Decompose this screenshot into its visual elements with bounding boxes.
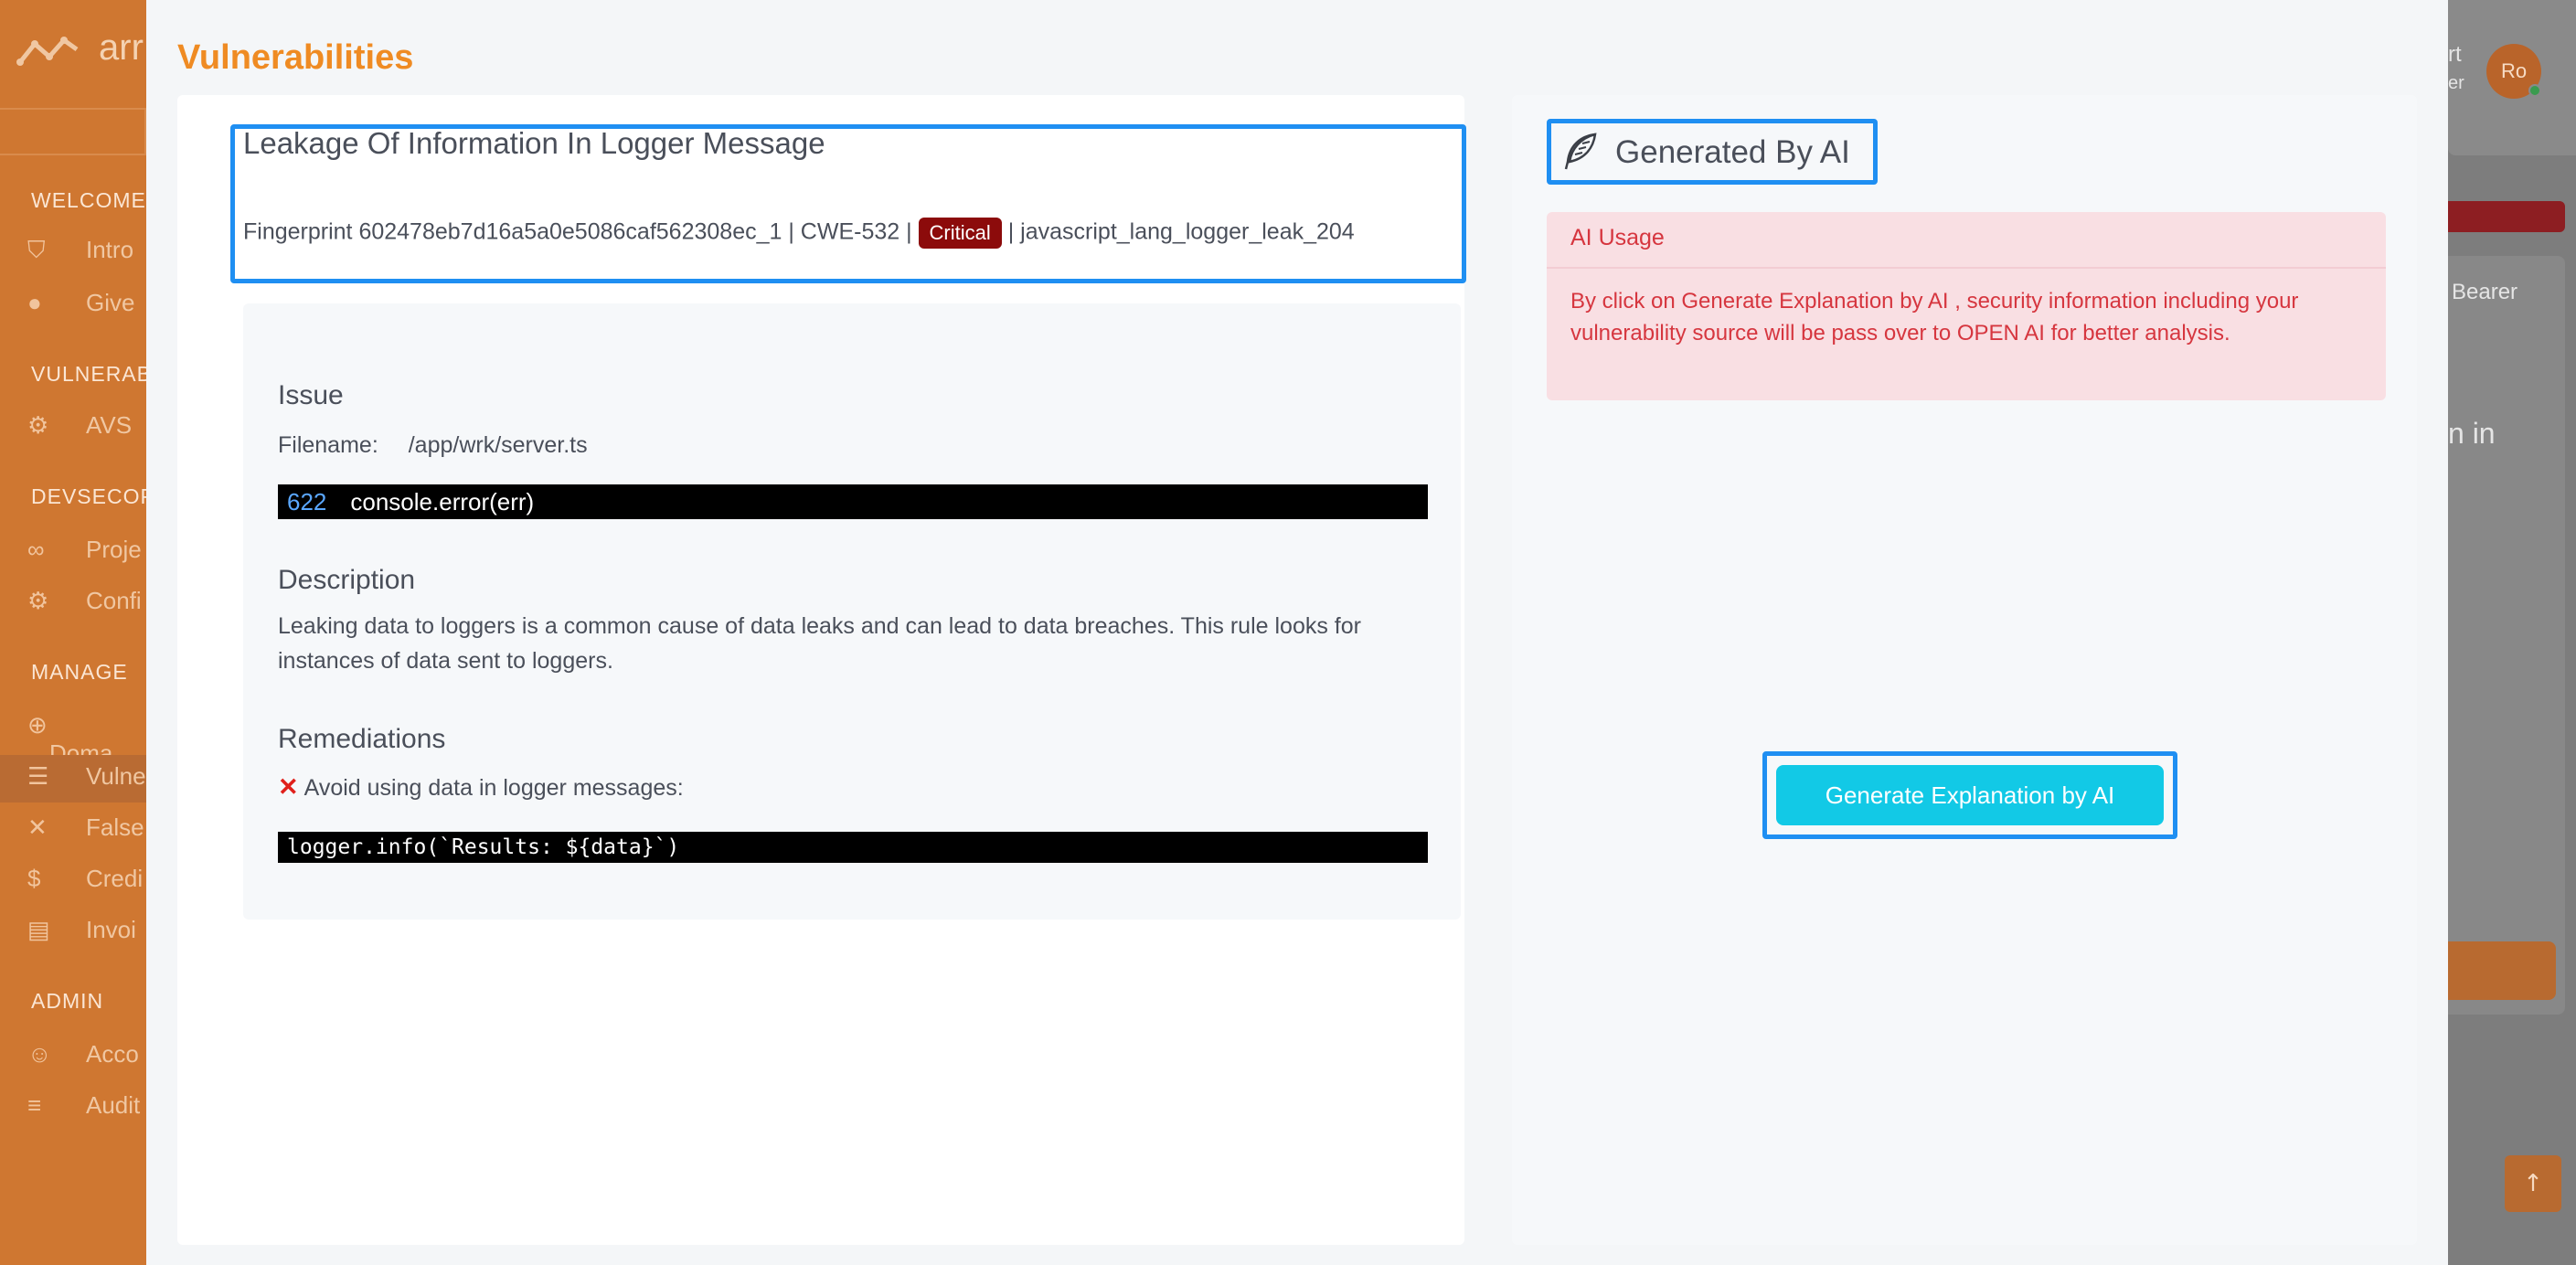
sidebar-item-avs[interactable]: ⚙ AVS — [27, 411, 132, 440]
vulnerability-details-card: Leakage Of Information In Logger Message… — [177, 95, 1466, 1245]
arrow-up-icon: ↑ — [2523, 1170, 2543, 1197]
dollar-icon: $ — [27, 865, 41, 892]
chat-icon: ● — [27, 289, 42, 316]
sidebar-item-config[interactable]: ⚙ Confi — [27, 587, 142, 615]
sidebar-item-false[interactable]: ✕ False — [27, 813, 144, 842]
background-text: rt — [2448, 42, 2462, 67]
sidebar-section-title: MANAGE — [31, 660, 128, 684]
sidebar-item-credits[interactable]: $ Credi — [27, 865, 143, 893]
infinity-icon: ∞ — [27, 536, 45, 563]
sidebar-item-invoices[interactable]: ▤ Invoi — [27, 916, 136, 944]
severity-badge: Critical — [918, 218, 1002, 249]
issue-details-box: Issue Filename: /app/wrk/server.ts 622 co… — [243, 303, 1461, 920]
remediation-code: logger.info(`Results: ${data}`) — [278, 832, 1428, 863]
fingerprint-text: Fingerprint 602478eb7d16a5a0e5086caf5623… — [243, 218, 912, 245]
scroll-to-top-button[interactable]: ↑ — [2505, 1155, 2561, 1212]
sidebar-item-vulnerabilities[interactable]: ☰ Vulne — [27, 762, 146, 791]
sidebar-search[interactable] — [0, 108, 146, 155]
sidebar-item-accounts[interactable]: ☺ Acco — [27, 1040, 139, 1068]
sidebar-item-audit[interactable]: ≡ Audit — [27, 1091, 140, 1120]
code-line: console.error(err) — [350, 488, 535, 516]
chip-icon: ⚙ — [27, 411, 49, 439]
feather-icon — [1564, 133, 1597, 170]
vulnerability-title: Leakage Of Information In Logger Message — [243, 126, 825, 160]
alert-text: By click on Generate Explanation by AI ,… — [1570, 289, 2299, 345]
sidebar-section-title: VULNERABI — [31, 362, 159, 386]
description-text: Leaking data to loggers is a common caus… — [278, 613, 1361, 674]
background-text: n in — [2448, 417, 2496, 450]
background-alert-bar — [2448, 201, 2565, 232]
ai-usage-alert: AI Usage By click on Generate Explanatio… — [1547, 212, 2386, 400]
remediations-heading: Remediations — [278, 724, 446, 754]
alert-title: AI Usage — [1547, 212, 2386, 269]
modal-title: Vulnerabilities — [177, 38, 414, 77]
filename-row: Filename: /app/wrk/server.ts — [278, 428, 588, 462]
background-right-area: rt er Ro Bearer n in ↑ — [2448, 0, 2576, 1265]
list-check-icon: ☰ — [27, 762, 49, 790]
rule-id-text: | javascript_lang_logger_leak_204 — [1007, 218, 1355, 245]
sidebar-item-give[interactable]: ● Give — [27, 289, 134, 317]
filename-value: /app/wrk/server.ts — [408, 432, 588, 458]
filename-label: Filename: — [278, 432, 378, 458]
list-icon: ≡ — [27, 1091, 42, 1119]
logo-text: arr — [99, 27, 144, 68]
vulnerability-modal: Vulnerabilities Leakage Of Information I… — [146, 0, 2448, 1265]
logo-icon — [16, 37, 79, 66]
plus-circle-icon: ⊕ — [27, 711, 48, 739]
x-icon: ✕ — [27, 813, 48, 841]
background-text: Bearer — [2452, 280, 2518, 304]
users-icon: ☺ — [27, 1040, 52, 1068]
background-card — [2448, 256, 2565, 1015]
code-snippet: 622 console.error(err) — [278, 484, 1428, 519]
ai-explanation-card: Generated By AI AI Usage By click on Gen… — [1512, 95, 2417, 1245]
remediation-item: ✕ Avoid using data in logger messages: — [278, 773, 684, 801]
ai-panel-title: Generated By AI — [1615, 134, 1850, 170]
shield-icon: ⛉ — [27, 236, 46, 263]
file-icon: ▤ — [27, 916, 50, 943]
ai-header-highlight: Generated By AI — [1547, 119, 1878, 185]
issue-heading: Issue — [278, 380, 344, 410]
sidebar-section-title: ADMIN — [31, 989, 104, 1013]
gear-icon: ⚙ — [27, 587, 49, 614]
background-sidebar: arr WELCOME ⛉ Intro ● Give VULNERABI ⚙ AVS … — [0, 0, 157, 1265]
background-text: er — [2448, 73, 2464, 93]
background-button[interactable] — [2448, 941, 2556, 1000]
cross-icon: ✕ — [278, 773, 299, 801]
sidebar-section-title: DEVSECOP — [31, 484, 155, 508]
online-status-dot — [2528, 84, 2541, 97]
line-number: 622 — [287, 488, 327, 516]
sidebar-item-intro[interactable]: ⛉ Intro — [27, 236, 133, 265]
sidebar-section-title: WELCOME — [31, 188, 146, 212]
sidebar-item-projects[interactable]: ∞ Proje — [27, 536, 142, 564]
generate-button-highlight: Generate Explanation by AI — [1762, 751, 2177, 839]
vulnerability-meta: Fingerprint 602478eb7d16a5a0e5086caf5623… — [243, 218, 1355, 249]
generate-explanation-button[interactable]: Generate Explanation by AI — [1776, 765, 2164, 825]
description-heading: Description — [278, 565, 416, 595]
